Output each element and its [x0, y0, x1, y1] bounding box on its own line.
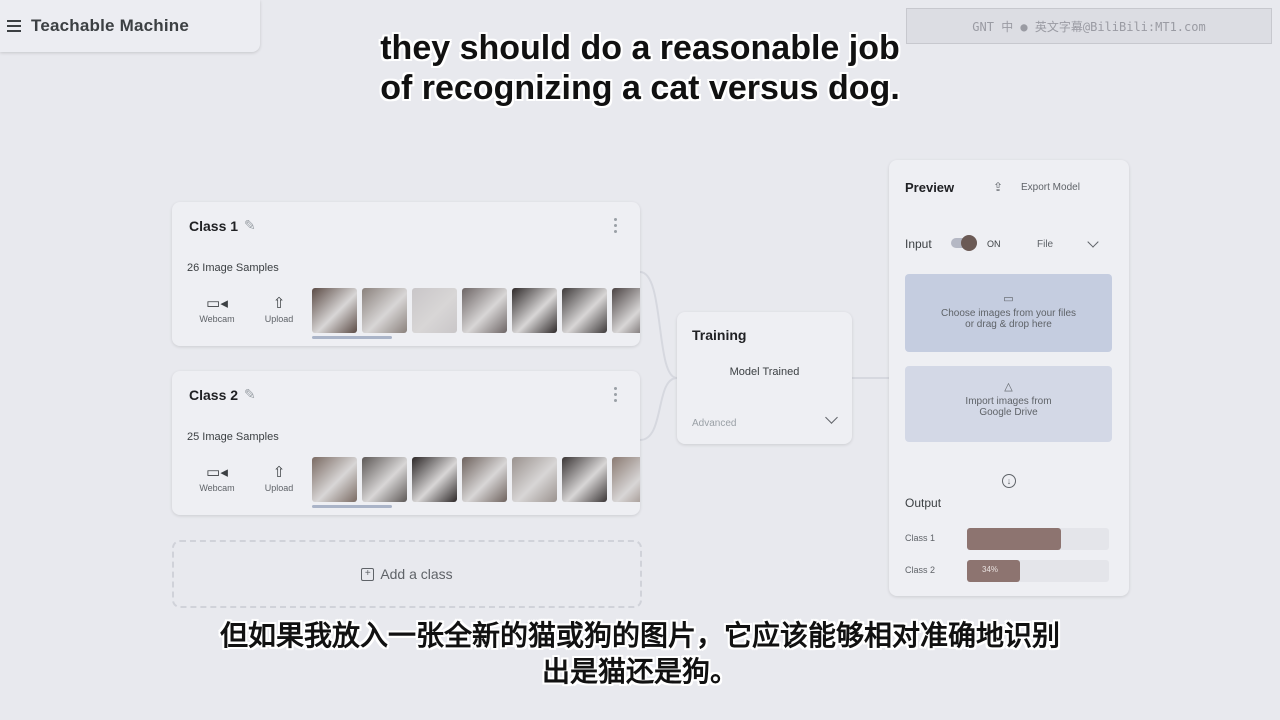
sample-thumbnail[interactable]	[362, 457, 407, 502]
webcam-icon: ▭◂	[206, 295, 228, 312]
folder-icon: ▭	[1003, 293, 1014, 305]
more-options-icon[interactable]	[614, 387, 618, 402]
drive-line2: Google Drive	[979, 407, 1038, 418]
upload-label: Upload	[264, 314, 294, 324]
output-row-class-2: Class 2 34%	[905, 560, 1115, 582]
input-label: Input	[905, 237, 932, 251]
sample-thumbnail[interactable]	[612, 457, 640, 502]
sample-thumbnail[interactable]	[512, 457, 557, 502]
sample-thumbnail[interactable]	[412, 457, 457, 502]
advanced-toggle[interactable]: Advanced	[692, 418, 736, 429]
chevron-down-icon[interactable]	[825, 411, 838, 424]
subtitle-line: they should do a reasonable job	[380, 29, 900, 67]
class-card-2: Class 2 ✎ 25 Image Samples ▭◂ Webcam ⇧ U…	[172, 371, 640, 515]
add-class-label: Add a class	[380, 566, 453, 582]
google-drive-icon: △	[1004, 381, 1013, 393]
drop-zone-line2: or drag & drop here	[965, 319, 1052, 330]
webcam-label: Webcam	[199, 314, 235, 324]
webcam-button[interactable]: ▭◂ Webcam	[193, 294, 241, 324]
confidence-bar	[967, 528, 1061, 550]
export-icon[interactable]: ⇪	[993, 180, 1003, 194]
more-options-icon[interactable]	[614, 218, 618, 233]
upload-button[interactable]: ⇧ Upload	[255, 463, 303, 493]
sample-thumbnail[interactable]	[512, 288, 557, 333]
output-label: Output	[905, 496, 942, 510]
add-class-button[interactable]: + Add a class	[172, 540, 642, 608]
sample-thumbnail[interactable]	[312, 457, 357, 502]
drive-line1: Import images from	[965, 396, 1052, 407]
drop-zone-line1: Choose images from your files	[940, 308, 1077, 319]
webcam-icon: ▭◂	[206, 464, 228, 481]
arrow-down-icon: ↓	[1002, 474, 1016, 488]
upload-label: Upload	[264, 483, 294, 493]
output-class-name: Class 2	[905, 565, 936, 575]
chinese-subtitle: 但如果我放入一张全新的猫或狗的图片，它应该能够相对准确地识别 出是猫还是狗。	[0, 618, 1280, 690]
sample-thumbnail[interactable]	[312, 288, 357, 333]
webcam-button[interactable]: ▭◂ Webcam	[193, 463, 241, 493]
webcam-label: Webcam	[199, 483, 235, 493]
sample-thumbnail[interactable]	[412, 288, 457, 333]
english-subtitle: they should do a reasonable job of recog…	[0, 28, 1280, 108]
sample-count: 25 Image Samples	[187, 431, 279, 443]
edit-pencil-icon[interactable]: ✎	[244, 217, 256, 233]
chevron-down-icon[interactable]	[1087, 236, 1099, 248]
export-model-button[interactable]: Export Model	[1021, 182, 1080, 193]
sample-thumbnail[interactable]	[462, 457, 507, 502]
class-title[interactable]: Class 1	[189, 218, 238, 234]
upload-button[interactable]: ⇧ Upload	[255, 294, 303, 324]
sample-thumbnail[interactable]	[562, 457, 607, 502]
thumbnail-scrollbar[interactable]	[312, 505, 392, 508]
thumbnail-scrollbar[interactable]	[312, 336, 392, 339]
train-status-button[interactable]: Model Trained	[677, 366, 852, 378]
input-source-select[interactable]: File	[1037, 239, 1053, 250]
subtitle-line: 但如果我放入一张全新的猫或狗的图片，它应该能够相对准确地识别	[219, 619, 1060, 652]
toggle-state-label: ON	[987, 239, 1001, 249]
google-drive-import[interactable]: △ Import images from Google Drive	[905, 366, 1112, 442]
preview-panel: Preview ⇪ Export Model Input ON File ▭ C…	[889, 160, 1129, 596]
sample-thumbnails	[312, 288, 640, 333]
sample-thumbnail[interactable]	[562, 288, 607, 333]
training-card: Training Model Trained Advanced	[677, 312, 852, 444]
class-card-1: Class 1 ✎ 26 Image Samples ▭◂ Webcam ⇧ U…	[172, 202, 640, 346]
subtitle-line: 出是猫还是狗。	[541, 655, 738, 688]
subtitle-line: of recognizing a cat versus dog.	[380, 69, 900, 107]
sample-count: 26 Image Samples	[187, 262, 279, 274]
preview-title: Preview	[905, 180, 955, 195]
sample-thumbnails	[312, 457, 640, 502]
edit-pencil-icon[interactable]: ✎	[244, 386, 256, 402]
toggle-knob[interactable]	[961, 235, 977, 251]
sample-thumbnail[interactable]	[612, 288, 640, 333]
add-icon: +	[361, 567, 375, 581]
sample-thumbnail[interactable]	[462, 288, 507, 333]
output-class-name: Class 1	[905, 533, 936, 543]
upload-icon: ⇧	[272, 295, 286, 312]
sample-thumbnail[interactable]	[362, 288, 407, 333]
class-title[interactable]: Class 2	[189, 387, 238, 403]
output-row-class-1: Class 1	[905, 528, 1115, 550]
file-drop-zone[interactable]: ▭ Choose images from your files or drag …	[905, 274, 1112, 352]
upload-icon: ⇧	[272, 464, 286, 481]
training-title: Training	[692, 327, 747, 343]
confidence-percent: 34%	[982, 565, 999, 574]
